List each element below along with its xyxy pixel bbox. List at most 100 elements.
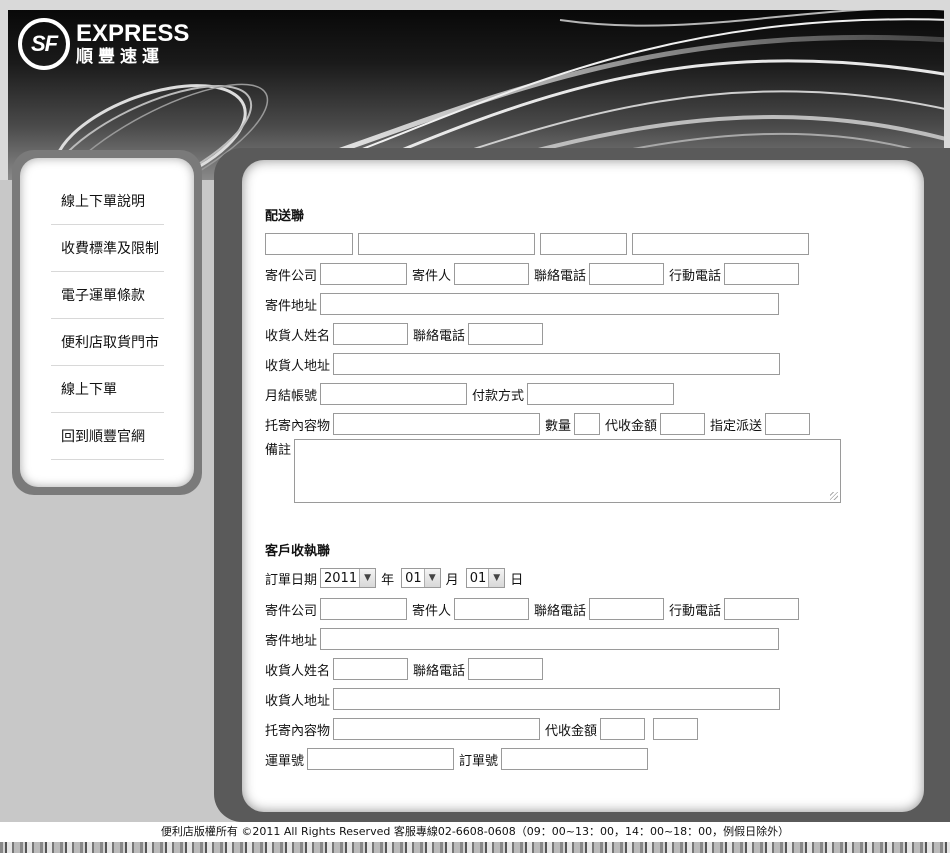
top-blank-fields-row <box>265 233 814 255</box>
waybill-no-input[interactable] <box>307 748 455 770</box>
designated-delivery-input[interactable] <box>765 413 811 435</box>
sender-label: 寄件人 <box>412 268 452 284</box>
order-date-label: 訂單日期 <box>265 572 318 588</box>
customer-cod-amount-label: 代收金額 <box>545 723 598 739</box>
order-no-input[interactable] <box>501 748 649 770</box>
nav-item-fees-limits[interactable]: 收費標準及限制 <box>51 225 164 272</box>
phone-label: 聯絡電話 <box>534 268 587 284</box>
day-value: 01 <box>469 570 487 586</box>
logo-name-en: EXPRESS <box>76 20 190 47</box>
customer-sender-address-input[interactable] <box>320 628 780 650</box>
sender-address-label: 寄件地址 <box>265 298 318 314</box>
year-select[interactable]: 2011 ▼ <box>320 568 377 588</box>
remarks-label: 備註 <box>265 443 292 458</box>
delivery-receiver-row: 收貨人姓名 聯絡電話 <box>265 323 548 345</box>
quantity-label: 數量 <box>545 418 572 434</box>
blank-field-1[interactable] <box>265 233 353 255</box>
customer-receiver-name-input[interactable] <box>333 658 409 680</box>
sender-address-input[interactable] <box>320 293 780 315</box>
customer-contents-row: 托寄內容物 代收金額 <box>265 718 703 740</box>
sender-input[interactable] <box>454 263 530 285</box>
order-no-label: 訂單號 <box>459 753 499 769</box>
sender-company-input[interactable] <box>320 263 408 285</box>
blank-field-2[interactable] <box>358 233 535 255</box>
nav-item-pickup-stores[interactable]: 便利店取貨門市 <box>51 319 164 366</box>
sender-company-label: 寄件公司 <box>265 268 318 284</box>
designated-delivery-label: 指定派送 <box>710 418 763 434</box>
receiver-name-input[interactable] <box>333 323 409 345</box>
waybill-no-label: 運單號 <box>265 753 305 769</box>
phone-input[interactable] <box>589 263 665 285</box>
contents-label: 托寄內容物 <box>265 418 331 434</box>
customer-phone-label: 聯絡電話 <box>534 603 587 619</box>
customer-receiver-name-label: 收貨人姓名 <box>265 663 331 679</box>
order-form: 配送聯 寄件公司 寄件人 聯絡電話 行動電話 寄件地址 收貨人姓名 聯絡電話 收… <box>242 160 924 812</box>
day-select[interactable]: 01 ▼ <box>465 568 506 588</box>
receiver-address-input[interactable] <box>333 353 781 375</box>
customer-sender-company-input[interactable] <box>320 598 408 620</box>
month-select[interactable]: 01 ▼ <box>401 568 441 588</box>
nav-item-ordering-guide[interactable]: 線上下單說明 <box>51 178 164 225</box>
resize-grip-icon[interactable] <box>830 492 839 500</box>
customer-sender-address-label: 寄件地址 <box>265 633 318 649</box>
customer-cod-amount-input[interactable] <box>600 718 646 740</box>
receiver-address-label: 收貨人地址 <box>265 358 331 374</box>
remarks-textarea[interactable] <box>294 439 842 503</box>
mobile-input[interactable] <box>724 263 800 285</box>
year-value: 2011 <box>324 570 358 586</box>
logo-name-zh: 順豐速運 <box>76 47 164 67</box>
customer-cod-amount-extra-input[interactable] <box>653 718 699 740</box>
payment-method-input[interactable] <box>527 383 675 405</box>
footer-copyright: 便利店版權所有 ©2011 All Rights Reserved 客服專線02… <box>0 822 950 842</box>
cod-amount-input[interactable] <box>660 413 706 435</box>
nav-item-online-order[interactable]: 線上下單 <box>51 366 164 413</box>
customer-mobile-input[interactable] <box>724 598 800 620</box>
payment-method-label: 付款方式 <box>472 388 525 404</box>
customer-receiver-phone-input[interactable] <box>468 658 544 680</box>
chevron-down-icon: ▼ <box>359 569 376 587</box>
sf-logo-mark: SF <box>18 18 70 70</box>
blank-field-3[interactable] <box>540 233 627 255</box>
monthly-account-label: 月結帳號 <box>265 388 318 404</box>
customer-sender-company-label: 寄件公司 <box>265 603 318 619</box>
blank-field-4[interactable] <box>632 233 809 255</box>
sf-express-logo[interactable]: SF EXPRESS 順豐速運 <box>18 18 189 70</box>
delivery-remarks-row: 備註 <box>265 439 842 505</box>
delivery-section-title: 配送聯 <box>265 209 305 224</box>
customer-sender-row: 寄件公司 寄件人 聯絡電話 行動電話 <box>265 598 804 620</box>
delivery-account-row: 月結帳號 付款方式 <box>265 383 679 405</box>
sidebar-nav: 線上下單說明 收費標準及限制 電子運單條款 便利店取貨門市 線上下單 回到順豐官… <box>12 150 202 495</box>
delivery-sender-address-row: 寄件地址 <box>265 293 784 315</box>
cod-amount-label: 代收金額 <box>605 418 658 434</box>
customer-sender-label: 寄件人 <box>412 603 452 619</box>
month-value: 01 <box>405 570 422 586</box>
customer-receiver-address-input[interactable] <box>333 688 781 710</box>
contents-input[interactable] <box>333 413 541 435</box>
header-frame-top <box>0 0 950 10</box>
delivery-receiver-address-row: 收貨人地址 <box>265 353 785 375</box>
quantity-input[interactable] <box>574 413 601 435</box>
nav-item-official-site[interactable]: 回到順豐官網 <box>51 413 164 460</box>
delivery-sender-row: 寄件公司 寄件人 聯絡電話 行動電話 <box>265 263 804 285</box>
header-frame-left <box>0 0 8 180</box>
customer-sender-input[interactable] <box>454 598 530 620</box>
footer-decorative-strip <box>0 842 950 853</box>
receiver-name-label: 收貨人姓名 <box>265 328 331 344</box>
customer-phone-input[interactable] <box>589 598 665 620</box>
year-unit-label: 年 <box>381 572 395 588</box>
customer-receiver-phone-label: 聯絡電話 <box>413 663 466 679</box>
receiver-phone-input[interactable] <box>468 323 544 345</box>
customer-numbers-row: 運單號 訂單號 <box>265 748 653 770</box>
customer-contents-label: 托寄內容物 <box>265 723 331 739</box>
chevron-down-icon: ▼ <box>488 569 505 587</box>
month-unit-label: 月 <box>445 572 459 588</box>
main-panel: 配送聯 寄件公司 寄件人 聯絡電話 行動電話 寄件地址 收貨人姓名 聯絡電話 收… <box>214 148 950 822</box>
receiver-phone-label: 聯絡電話 <box>413 328 466 344</box>
customer-receiver-address-label: 收貨人地址 <box>265 693 331 709</box>
nav-item-waybill-terms[interactable]: 電子運單條款 <box>51 272 164 319</box>
monthly-account-input[interactable] <box>320 383 468 405</box>
customer-section-title: 客戶收執聯 <box>265 544 331 559</box>
customer-mobile-label: 行動電話 <box>669 603 722 619</box>
customer-contents-input[interactable] <box>333 718 541 740</box>
customer-sender-address-row: 寄件地址 <box>265 628 784 650</box>
